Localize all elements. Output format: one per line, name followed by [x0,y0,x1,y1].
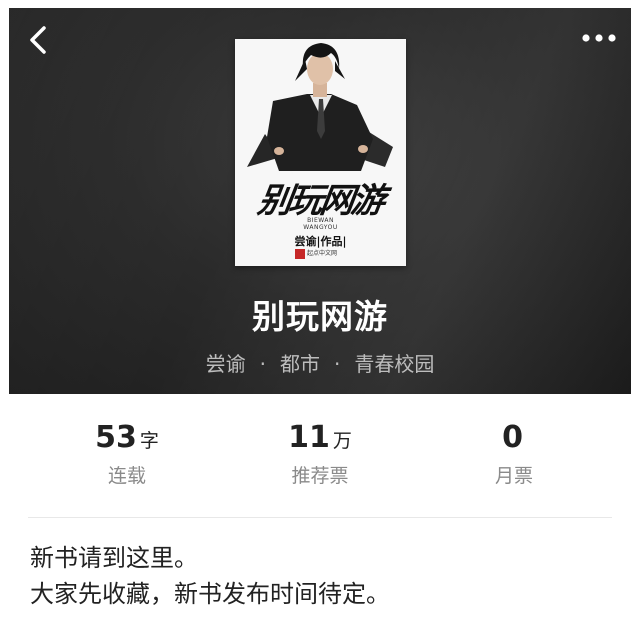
meta-separator: · [259,352,266,376]
book-author[interactable]: 尝谕 [206,352,246,376]
back-button[interactable] [25,24,53,56]
cover-pinyin-2: WANGYOU [303,224,338,231]
stat-label: 推荐票 [291,465,349,487]
description-line: 大家先收藏，新书发布时间待定。 [30,580,390,608]
book-header: 别玩网游 BIEWAN WANGYOU 尝谕|作品| 起点中文网 别玩网游 尝谕… [9,8,631,394]
stat-value: 11 [288,420,330,455]
stat-word-count: 53 字 连载 [47,420,207,488]
stat-value: 0 [502,420,523,455]
cover-illustration [235,39,406,266]
stat-unit: 万 [332,430,352,452]
more-dots-icon [582,34,616,42]
book-subcategory[interactable]: 青春校园 [354,352,434,376]
book-stats: 53 字 连载 11 万 推荐票 0 月票 [0,420,640,500]
stat-recommend-votes: 11 万 推荐票 [240,420,400,488]
cover-publisher: 起点中文网 [307,250,338,257]
stat-unit: 字 [139,430,159,452]
stat-monthly-votes: 0 月票 [434,420,594,488]
chevron-left-icon [30,26,46,54]
publisher-logo-icon [295,249,305,259]
book-cover[interactable]: 别玩网游 BIEWAN WANGYOU 尝谕|作品| 起点中文网 [235,39,406,266]
cover-title: 别玩网游 [255,181,385,221]
more-button[interactable] [579,30,619,46]
stat-label: 月票 [494,465,533,487]
book-category[interactable]: 都市 [280,352,320,376]
cover-pinyin-1: BIEWAN [307,217,334,224]
stat-label: 连载 [107,465,146,487]
stat-value: 53 [95,420,137,455]
book-meta: 尝谕 · 都市 · 青春校园 [9,348,631,377]
book-description[interactable]: 新书请到这里。 大家先收藏，新书发布时间待定。 [30,540,620,612]
meta-separator: · [334,352,341,376]
description-line: 新书请到这里。 [30,544,198,572]
divider [28,517,612,518]
book-title: 别玩网游 [252,297,388,336]
cover-byline: 尝谕|作品| [294,235,347,248]
